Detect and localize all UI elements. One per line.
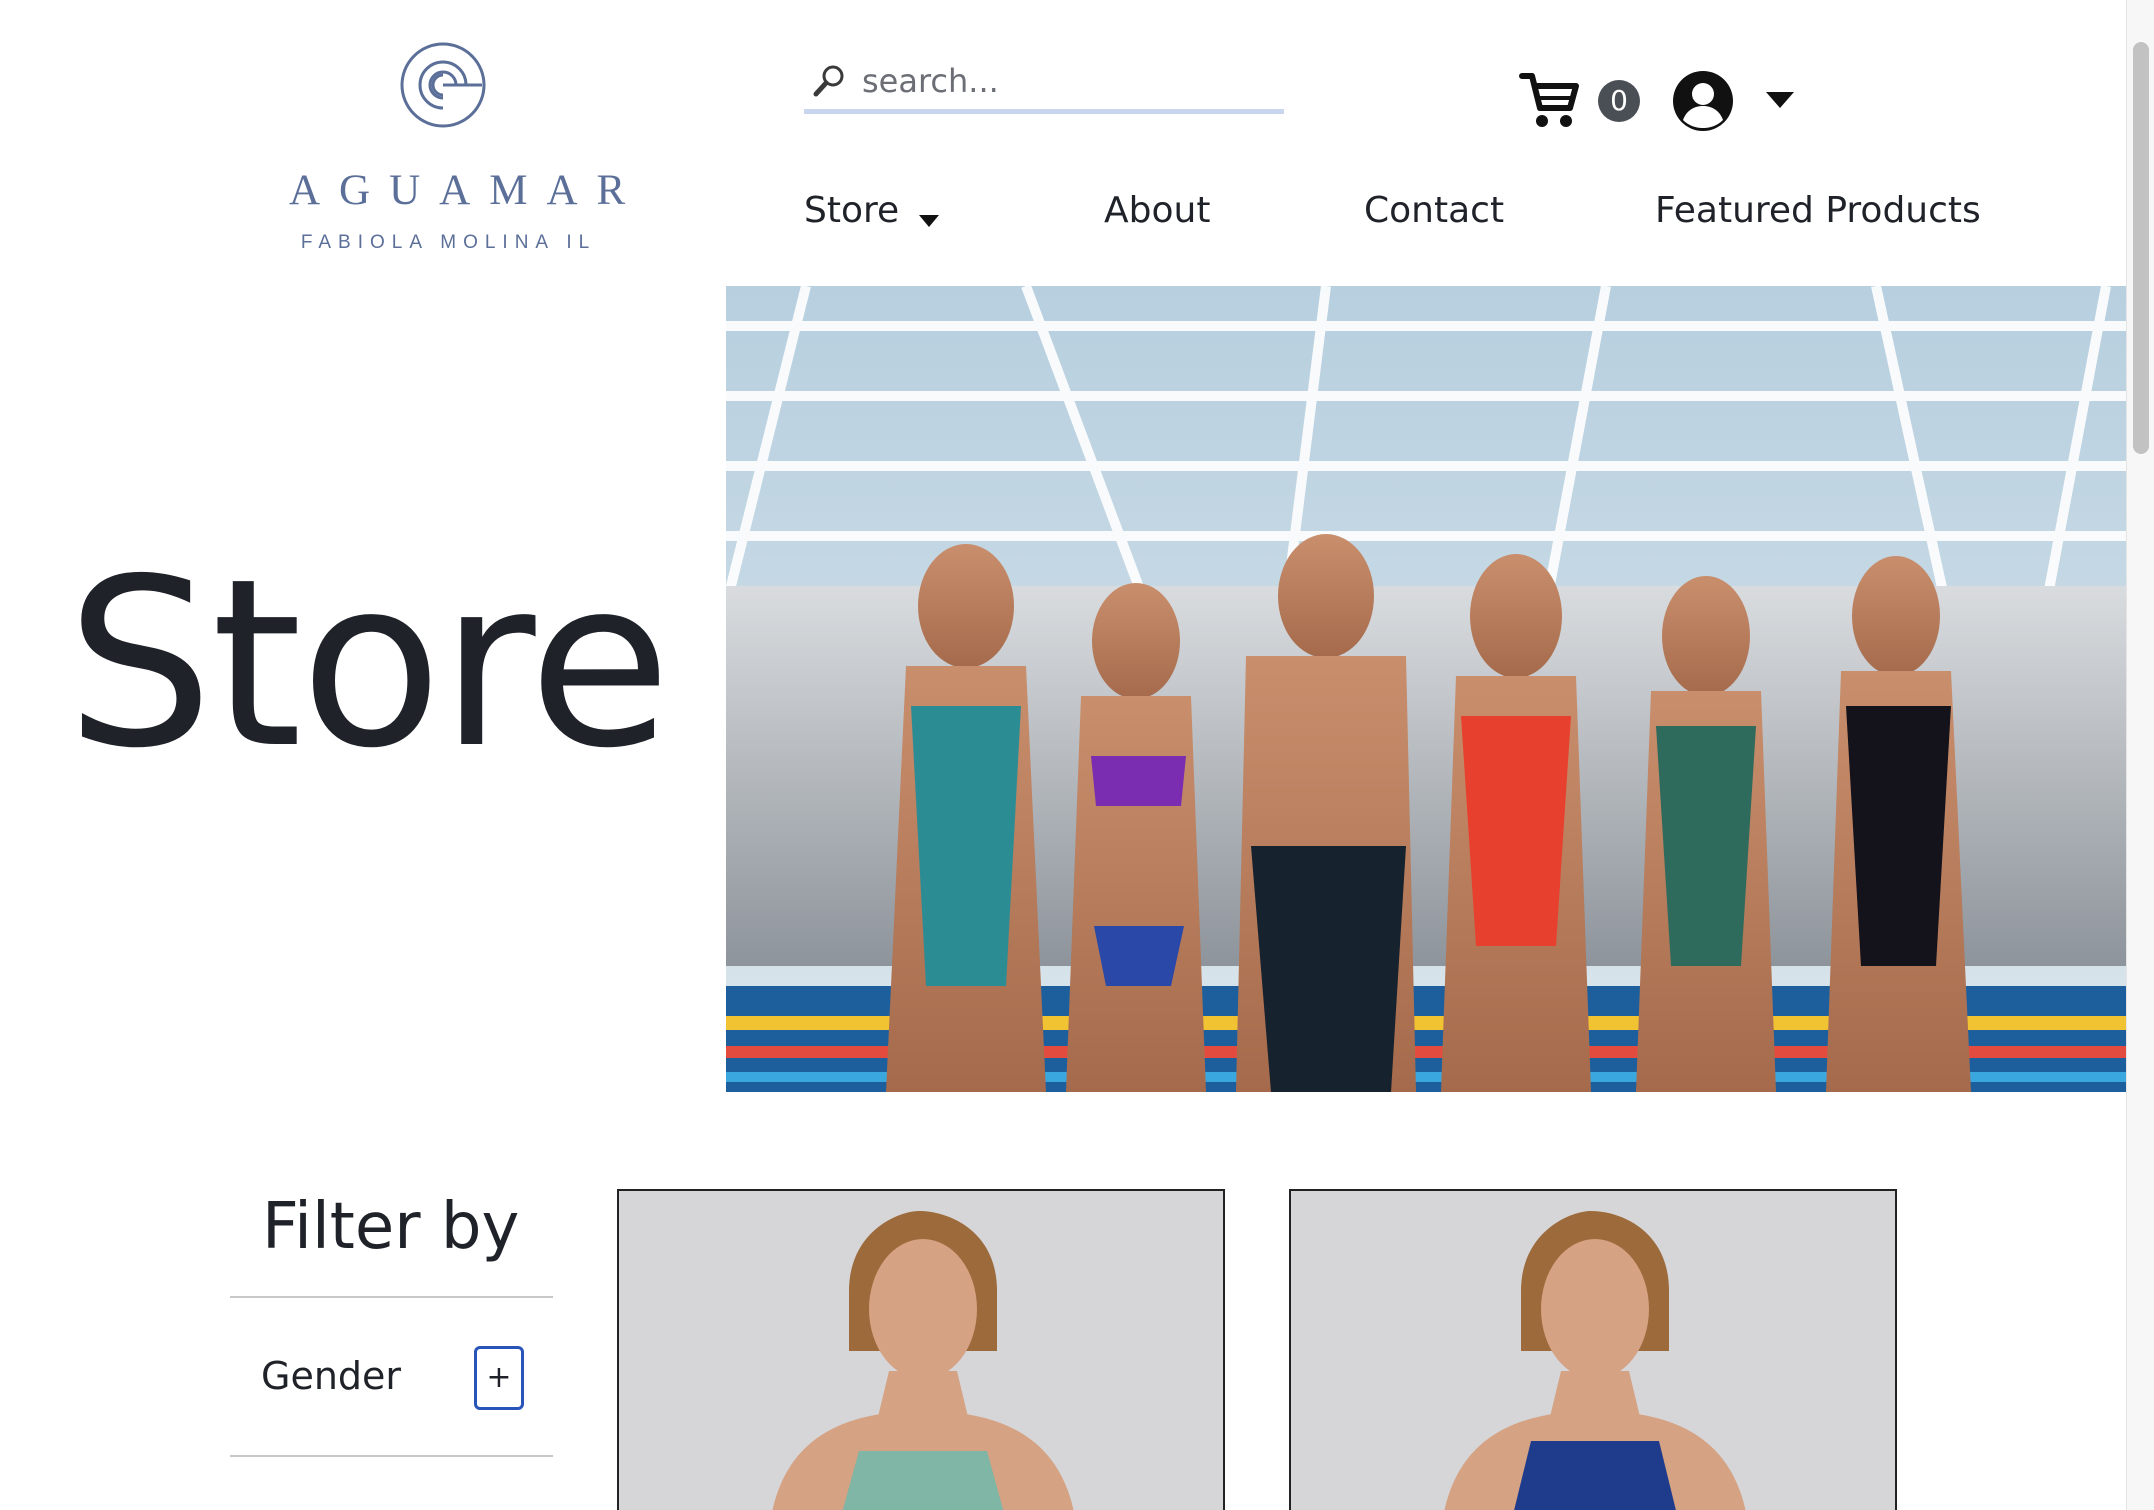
filter-title: Filter by — [262, 1190, 520, 1264]
page-title: Store — [66, 529, 671, 799]
filter-gender-label: Gender — [261, 1354, 402, 1398]
product-image — [619, 1191, 1223, 1510]
nav-item-store[interactable]: Store — [804, 190, 899, 231]
page: AGUAMAR FABIOLA MOLINA IL 0 Store About … — [0, 0, 2154, 1510]
account-dropdown-chevron-icon[interactable] — [1764, 90, 1796, 110]
store-dropdown-chevron-icon[interactable] — [918, 214, 940, 228]
scrollbar-thumb[interactable] — [2133, 42, 2149, 454]
product-card[interactable] — [617, 1189, 1225, 1510]
nav-item-contact[interactable]: Contact — [1364, 190, 1504, 231]
scrollbar[interactable] — [2126, 0, 2154, 1510]
cart-icon[interactable] — [1518, 68, 1582, 132]
product-card[interactable] — [1289, 1189, 1897, 1510]
cart-count-badge: 0 — [1598, 80, 1640, 122]
product-image — [1291, 1191, 1895, 1510]
nav-item-about[interactable]: About — [1104, 190, 1210, 231]
search-bar — [804, 58, 1284, 114]
filter-gender-expand-button[interactable]: + — [474, 1346, 524, 1410]
filter-divider — [230, 1296, 553, 1298]
account-icon[interactable] — [1672, 70, 1734, 132]
nav-item-featured-products[interactable]: Featured Products — [1655, 190, 1981, 231]
hero-image — [726, 286, 2126, 1092]
wave-logo-icon — [400, 42, 486, 128]
filter-divider — [230, 1455, 553, 1457]
main-nav: Store About Contact Featured Products — [0, 190, 2154, 250]
search-input[interactable] — [862, 60, 1272, 102]
search-icon — [813, 65, 844, 97]
